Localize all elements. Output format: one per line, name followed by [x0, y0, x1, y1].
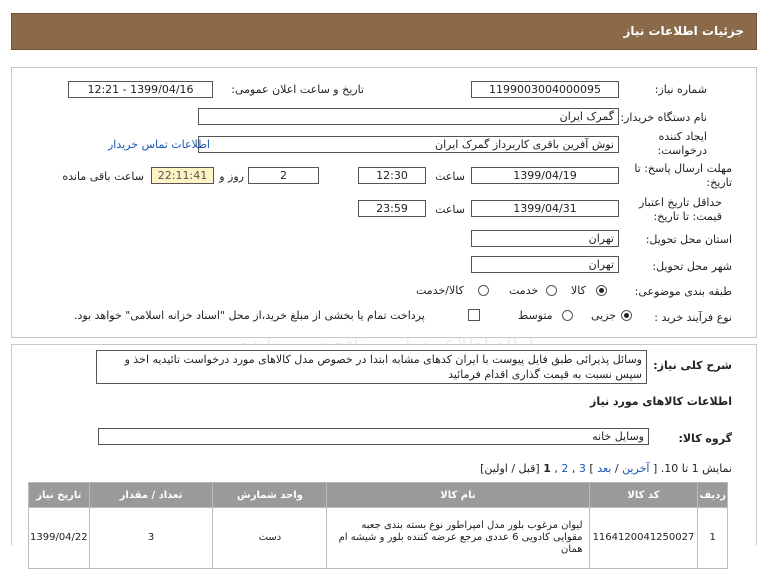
province-label: استان محل تحویل: — [645, 233, 732, 246]
goods-group-field[interactable]: وسایل خانه — [98, 428, 649, 445]
creator-field[interactable]: نوش آفرین باقری کاربرداز گمرک ایران — [198, 136, 619, 153]
col-code: کد کالا — [588, 482, 699, 508]
page-title: جزئیات اطلاعات نیاز — [623, 24, 744, 38]
category-option-both: کالا/خدمت — [416, 284, 464, 297]
goods-table: ردیف کد کالا نام کالا واحد شمارش تعداد /… — [28, 482, 728, 569]
col-unit: واحد شمارش — [212, 482, 328, 508]
days-label: روز و — [219, 170, 244, 183]
treasury-payment-checkbox[interactable] — [468, 309, 480, 321]
need-number-field[interactable]: 1199003004000095 — [471, 81, 619, 98]
goods-info-title: اطلاعات کالاهای مورد نیاز — [590, 395, 732, 408]
cell-qty: 3 — [88, 507, 214, 569]
validity-date-field[interactable]: 1399/04/31 — [471, 200, 619, 217]
pagination-suffix: [قبل / اولین] — [480, 462, 540, 475]
need-number-label: شماره نیاز: — [654, 83, 707, 96]
buyer-contact-link[interactable]: اطلاعات تماس خریدار — [108, 138, 210, 151]
cell-row: 1 — [697, 507, 728, 569]
deadline-label: مهلت ارسال پاسخ: تا تاریخ: — [634, 162, 732, 189]
pagination-prefix: نمایش 1 تا 10. [ — [652, 462, 732, 475]
cell-code: 1164120041250027 — [588, 507, 699, 569]
cell-unit: دست — [212, 507, 328, 569]
category-label: طبقه بندی موضوعی: — [634, 285, 732, 298]
category-radio-service[interactable] — [546, 285, 557, 296]
col-row: ردیف — [697, 482, 728, 508]
description-field[interactable]: وسائل پذیرائی طبق فایل پیوست با ایران کد… — [96, 350, 647, 384]
city-label: شهر محل تحویل: — [652, 260, 732, 273]
days-remaining-field[interactable]: 2 — [248, 167, 319, 184]
pager-page-2[interactable]: 2 — [561, 462, 568, 475]
col-qty: تعداد / مقدار — [88, 482, 214, 508]
cell-date: 1399/04/22 — [28, 507, 90, 569]
creator-label: ایجاد کننده درخواست: — [657, 130, 707, 157]
category-radio-both[interactable] — [478, 285, 489, 296]
buyer-label: نام دستگاه خریدار: — [620, 111, 707, 124]
pager-next-link[interactable]: بعد — [597, 462, 611, 475]
deadline-date-field[interactable]: 1399/04/19 — [471, 167, 619, 184]
process-label: نوع فرآیند خرید : — [654, 311, 732, 324]
buyer-field[interactable]: گمرک ایران — [198, 108, 619, 125]
description-label: شرح کلی نیاز: — [653, 359, 732, 372]
deadline-time-label: ساعت — [435, 170, 465, 183]
deadline-time-field[interactable]: 12:30 — [358, 167, 426, 184]
treasury-payment-note: پرداخت تمام یا بخشی از مبلغ خرید،از محل … — [74, 309, 425, 322]
category-radio-goods[interactable] — [596, 285, 607, 296]
announce-date-label: تاریخ و ساعت اعلان عمومی: — [231, 83, 364, 96]
col-date: تاریخ نیاز — [28, 482, 90, 508]
category-option-service: خدمت — [509, 284, 539, 297]
announce-date-field[interactable]: 1399/04/16 - 12:21 — [68, 81, 213, 98]
pager-last-link[interactable]: آخرین — [622, 462, 649, 475]
province-field[interactable]: تهران — [471, 230, 619, 247]
col-name: نام کالا — [326, 482, 590, 508]
table-header-row: ردیف کد کالا نام کالا واحد شمارش تعداد /… — [28, 482, 728, 508]
remaining-time-field: 22:11:41 — [151, 167, 214, 184]
goods-group-label: گروه کالا: — [678, 432, 732, 445]
process-option-minor: جزیی — [591, 309, 617, 322]
validity-time-label: ساعت — [435, 203, 465, 216]
remaining-time-label: ساعت باقی مانده — [62, 170, 144, 183]
process-option-medium: متوسط — [518, 309, 553, 322]
table-row[interactable]: 1 1164120041250027 لیوان مرغوب بلور مدل … — [28, 507, 728, 569]
category-option-goods: کالا — [571, 284, 586, 297]
city-field[interactable]: تهران — [471, 256, 619, 273]
validity-label: حداقل تاریخ اعتبار قیمت: تا تاریخ: — [638, 196, 722, 223]
process-radio-minor[interactable] — [621, 310, 632, 321]
cell-name: لیوان مرغوب بلور مدل امپراطور نوع بسته ب… — [326, 507, 590, 569]
pager-page-3[interactable]: 3 — [579, 462, 586, 475]
page-header: جزئیات اطلاعات نیاز — [11, 13, 757, 50]
process-radio-medium[interactable] — [562, 310, 573, 321]
pager-page-1: 1 — [543, 462, 551, 475]
validity-time-field[interactable]: 23:59 — [358, 200, 426, 217]
pagination: نمایش 1 تا 10. [ آخرین / بعد ] 3 , 2 , 1… — [480, 462, 732, 475]
